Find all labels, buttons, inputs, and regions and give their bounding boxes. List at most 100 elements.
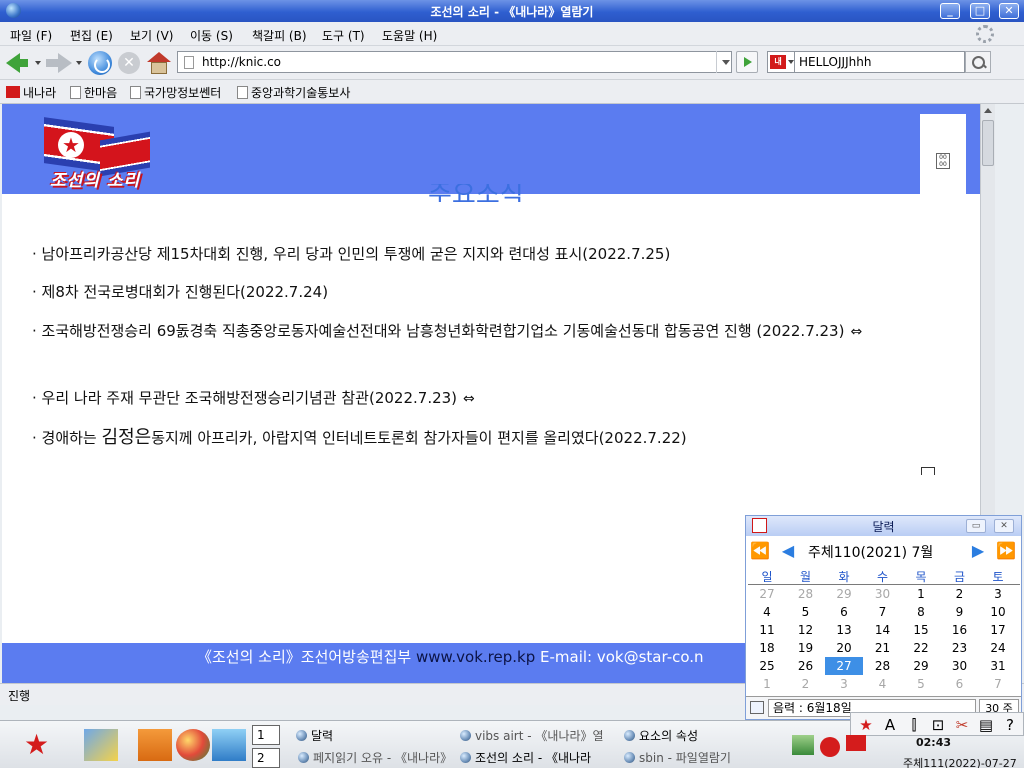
calendar-day[interactable]: 12 [787, 621, 825, 639]
calendar-day[interactable]: 28 [864, 657, 902, 675]
calendar-day[interactable]: 18 [748, 639, 786, 657]
scroll-thumb[interactable] [982, 120, 994, 166]
calendar-day[interactable]: 20 [825, 639, 863, 657]
workspace-1[interactable]: 1 [252, 725, 280, 745]
task-voice-of-korea[interactable]: 조선의 소리 - 《내나라 [460, 749, 616, 766]
ime-width-icon[interactable]: ⫿ [905, 716, 923, 734]
workspace-2[interactable]: 2 [252, 748, 280, 768]
calendar-day[interactable]: 8 [902, 603, 940, 621]
calendar-day[interactable]: 28 [787, 585, 825, 603]
menu-file[interactable]: 파일 (F) [10, 27, 52, 44]
url-history-dropdown[interactable] [716, 51, 734, 73]
search-engine-selector[interactable]: 내 [767, 51, 795, 73]
calendar-day[interactable]: 4 [864, 675, 902, 693]
calendar-day[interactable]: 23 [941, 639, 979, 657]
reload-icon[interactable] [88, 51, 112, 75]
calendar-day[interactable]: 7 [979, 675, 1017, 693]
bookmark-science-news[interactable]: 중앙과학기술통보사 [237, 84, 350, 101]
menu-view[interactable]: 보기 (V) [130, 27, 173, 44]
calendar-day[interactable]: 4 [748, 603, 786, 621]
headline-item[interactable]: · 우리 나라 주재 무관단 조국해방전쟁승리기념관 참관(2022.7.23)… [32, 385, 912, 413]
search-input[interactable] [799, 54, 959, 70]
ime-settings-icon[interactable]: ▤ [977, 716, 995, 734]
calendar-day[interactable]: 3 [979, 585, 1017, 603]
menu-tools[interactable]: 도구 (T) [322, 27, 365, 44]
calendar-day[interactable]: 1 [902, 585, 940, 603]
close-button[interactable]: ✕ [999, 3, 1019, 19]
bookmark-national-info-center[interactable]: 국가망정보쎈터 [130, 84, 221, 101]
calendar-day[interactable]: 14 [864, 621, 902, 639]
calendar-day[interactable]: 24 [979, 639, 1017, 657]
site-logo[interactable]: ★ 조선의 소리 [40, 116, 160, 191]
calendar-restore-button[interactable]: ▭ [966, 519, 986, 533]
bookmark-naenara[interactable]: 내나라 [6, 84, 56, 101]
calendar-day[interactable]: 25 [748, 657, 786, 675]
volume-muted-icon[interactable] [820, 737, 840, 757]
footer-site-link[interactable]: www.vok.rep.kp [416, 648, 535, 666]
menu-bookmarks[interactable]: 책갈피 (B) [252, 27, 307, 44]
task-vibs[interactable]: vibs airt - 《내나라》열 [460, 727, 618, 744]
menu-edit[interactable]: 편집 (E) [70, 27, 113, 44]
calendar-day[interactable]: 7 [864, 603, 902, 621]
ime-font-icon[interactable]: A [881, 716, 899, 734]
task-page-error[interactable]: 페지읽기 오유 - 《내나라》 [298, 749, 458, 766]
calendar-day[interactable]: 6 [941, 675, 979, 693]
start-menu-star-icon[interactable]: ★ [10, 731, 66, 759]
calendar-day[interactable]: 31 [979, 657, 1017, 675]
ime-punct-icon[interactable]: ⊡ [929, 716, 947, 734]
calendar-day[interactable]: 27 [748, 585, 786, 603]
go-button[interactable] [736, 51, 758, 73]
url-bar[interactable] [177, 51, 732, 73]
search-magnifier-icon[interactable] [965, 51, 991, 73]
task-element-properties[interactable]: 요소의 속성 [624, 727, 734, 744]
calendar-day[interactable]: 19 [787, 639, 825, 657]
calendar-close-button[interactable]: ✕ [994, 519, 1014, 533]
home-icon[interactable] [147, 52, 171, 74]
network-icon[interactable] [792, 735, 814, 755]
prev-month-icon[interactable]: ◀ [776, 542, 800, 560]
calendar-day[interactable]: 11 [748, 621, 786, 639]
maximize-button[interactable]: □ [970, 3, 990, 19]
headline-item[interactable]: · 제8차 전국로병대회가 진행된다(2022.7.24) [32, 279, 912, 306]
calendar-day-selected[interactable]: 27 [825, 657, 863, 675]
next-year-icon[interactable]: ⏩ [994, 542, 1018, 560]
calendar-day[interactable]: 15 [902, 621, 940, 639]
calendar-day[interactable]: 2 [787, 675, 825, 693]
calendar-small-icon[interactable] [750, 701, 764, 714]
stop-icon[interactable]: ✕ [118, 52, 140, 74]
headline-item[interactable]: · 조국해방전쟁승리 69돐경축 직총중앙로동자예술선전대와 남흥청년화학련합기… [32, 318, 912, 346]
headline-item[interactable]: · 경애하는 김정은동지께 아프리카, 아랍지역 인터네트토론회 참가자들이 편… [32, 424, 912, 452]
browser-ball-icon[interactable] [176, 729, 210, 761]
calendar-day[interactable]: 17 [979, 621, 1017, 639]
calendar-day[interactable]: 1 [748, 675, 786, 693]
calendar-day[interactable]: 22 [902, 639, 940, 657]
calendar-day[interactable]: 9 [941, 603, 979, 621]
calendar-day[interactable]: 30 [941, 657, 979, 675]
calendar-day[interactable]: 5 [902, 675, 940, 693]
swap-arrows-icon[interactable]: ⇔ [463, 391, 475, 407]
ime-red-star-icon[interactable]: ★ [857, 716, 875, 734]
next-month-icon[interactable]: ▶ [966, 542, 990, 560]
calendar-day[interactable]: 16 [941, 621, 979, 639]
minimize-button[interactable]: _ [940, 3, 960, 19]
forward-history-dropdown[interactable] [76, 61, 82, 65]
calendar-day[interactable]: 29 [825, 585, 863, 603]
prev-year-icon[interactable]: ⏪ [748, 542, 772, 560]
calendar-day[interactable]: 5 [787, 603, 825, 621]
task-calendar[interactable]: 달력 [296, 727, 446, 744]
calendar-day[interactable]: 26 [787, 657, 825, 675]
ime-help-icon[interactable]: ? [1001, 716, 1019, 734]
bookmark-hanmaeum[interactable]: 한마음 [70, 84, 117, 101]
calendar-day[interactable]: 29 [902, 657, 940, 675]
media-icon[interactable] [212, 729, 246, 761]
files-icon[interactable] [138, 729, 172, 761]
red-flag-icon[interactable] [846, 735, 866, 751]
url-input[interactable] [202, 54, 702, 70]
calendar-day[interactable]: 13 [825, 621, 863, 639]
calendar-day[interactable]: 2 [941, 585, 979, 603]
calendar-day[interactable]: 6 [825, 603, 863, 621]
calendar-day[interactable]: 3 [825, 675, 863, 693]
calendar-day[interactable]: 30 [864, 585, 902, 603]
calendar-day[interactable]: 21 [864, 639, 902, 657]
calendar-day[interactable]: 10 [979, 603, 1017, 621]
